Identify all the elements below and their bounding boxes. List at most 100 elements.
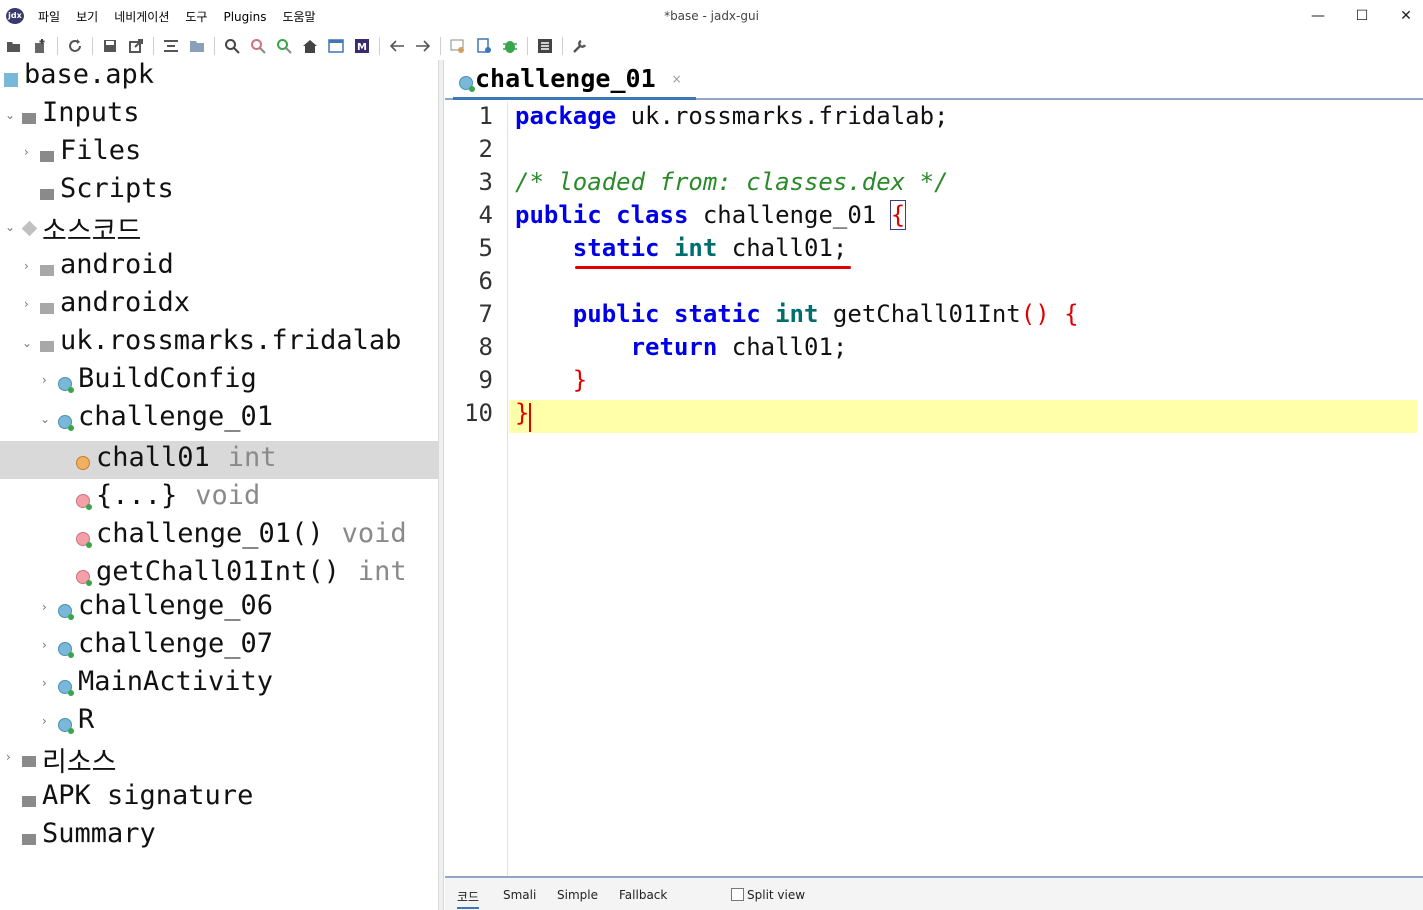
chevron-down-icon[interactable]: ⌄ (22, 336, 32, 350)
tree-node-inputs[interactable]: ⌄ Inputs (0, 96, 438, 134)
code-editor: challenge_01 × 1 2 3 4 5 6 7 8 9 10 pack… (445, 60, 1423, 910)
tree-node-constructor[interactable]: challenge_01() void (0, 517, 438, 555)
maximize-button[interactable]: ☐ (1347, 4, 1377, 28)
sync-icon[interactable] (162, 37, 180, 55)
chevron-right-icon[interactable]: › (42, 373, 47, 387)
find-usage-icon[interactable] (249, 37, 267, 55)
home-icon[interactable] (301, 37, 319, 55)
log-icon[interactable] (536, 37, 554, 55)
open-icon[interactable] (5, 37, 23, 55)
flatten-icon[interactable] (188, 37, 206, 55)
tree-node-androidx[interactable]: › androidx (0, 286, 438, 324)
debug-icon[interactable] (501, 37, 519, 55)
tree-label: Inputs (42, 97, 140, 128)
tree-node-mainactivity[interactable]: › MainActivity (0, 665, 438, 703)
chevron-down-icon[interactable]: ⌄ (40, 412, 50, 426)
chevron-right-icon[interactable]: › (24, 259, 29, 273)
title-bar: jdx 파일 보기 네비게이션 도구 Plugins 도움말 *base - j… (0, 0, 1423, 32)
save-icon[interactable] (101, 37, 119, 55)
toolbar: M (0, 33, 1423, 59)
reload-icon[interactable] (66, 37, 84, 55)
tab-code[interactable]: 코드 (457, 888, 480, 909)
add-files-icon[interactable] (31, 37, 49, 55)
search-icon[interactable] (223, 37, 241, 55)
forward-icon[interactable] (414, 37, 432, 55)
tab-fallback[interactable]: Fallback (619, 888, 667, 902)
prefs-icon[interactable] (571, 37, 589, 55)
folder-icon (40, 151, 54, 162)
tree-node-buildconfig[interactable]: › BuildConfig (0, 362, 438, 400)
tree-node-getter[interactable]: getChall01Int() int (0, 555, 438, 593)
tree-label: challenge_07 (78, 628, 274, 659)
chevron-right-icon[interactable]: › (6, 750, 11, 764)
tree-node-summary[interactable]: Summary (0, 817, 438, 855)
tree-node-field-chall01[interactable]: chall01 int (0, 441, 438, 479)
chevron-right-icon[interactable]: › (24, 145, 29, 159)
chevron-down-icon[interactable]: ⌄ (5, 108, 15, 122)
chevron-right-icon[interactable]: › (42, 600, 47, 614)
export-icon[interactable] (127, 37, 145, 55)
code-text-area[interactable]: package uk.rossmarks.fridalab; /* loaded… (509, 102, 1423, 876)
window-icon[interactable] (327, 37, 345, 55)
line-number: 2 (478, 135, 493, 163)
tree-label: 리소스 (42, 747, 117, 778)
class-icon (58, 680, 74, 696)
tree-label: {...} void (96, 480, 260, 511)
svg-text:M: M (357, 42, 367, 53)
chevron-right-icon[interactable]: › (42, 714, 47, 728)
tree-node-files[interactable]: › Files (0, 134, 438, 172)
keyword: public (572, 300, 660, 328)
tree-label: challenge_01() void (96, 518, 407, 549)
tree-node-root[interactable]: base.apk (0, 60, 438, 96)
class-icon (58, 604, 74, 620)
method-type: int (357, 556, 407, 587)
tree-node-apk-signature[interactable]: APK signature (0, 779, 438, 817)
chevron-right-icon[interactable]: › (42, 638, 47, 652)
tree-label: Summary (42, 818, 156, 849)
current-line-highlight (509, 400, 1417, 433)
keyword: public (515, 201, 602, 229)
tab-simple[interactable]: Simple (557, 888, 598, 902)
tree-node-android[interactable]: › android (0, 248, 438, 286)
inputs-icon (22, 113, 36, 124)
method-icon (76, 494, 92, 510)
tab-close-icon[interactable]: × (672, 72, 682, 86)
smali-icon[interactable]: M (353, 37, 371, 55)
tree-node-resources[interactable]: › 리소스 (0, 739, 438, 778)
quark-icon[interactable] (475, 37, 493, 55)
chevron-down-icon[interactable]: ⌄ (5, 220, 15, 234)
split-view-checkbox[interactable] (731, 888, 744, 901)
method-icon (76, 570, 92, 586)
tree-node-fridalab[interactable]: ⌄ uk.rossmarks.fridalab (0, 324, 438, 362)
class-icon (58, 718, 74, 734)
close-button[interactable]: ✕ (1391, 4, 1421, 28)
back-icon[interactable] (388, 37, 406, 55)
tree-node-source-code[interactable]: ⌄ 소스코드 (0, 208, 438, 247)
minimize-button[interactable]: — (1303, 4, 1333, 28)
tab-challenge-01[interactable]: challenge_01 × (453, 60, 696, 100)
method-icon (76, 532, 92, 548)
tree-node-static-init[interactable]: {...} void (0, 479, 438, 517)
chevron-right-icon[interactable]: › (24, 297, 29, 311)
line-number: 7 (478, 300, 493, 328)
line-number: 4 (478, 201, 493, 229)
search-class-icon[interactable] (275, 37, 293, 55)
tree-label: base.apk (24, 60, 155, 90)
deobf-icon[interactable] (449, 37, 467, 55)
tree-node-scripts[interactable]: Scripts (0, 172, 438, 210)
tree-node-r[interactable]: › R (0, 703, 438, 741)
type-keyword: int (775, 300, 819, 328)
tab-smali[interactable]: Smali (503, 888, 536, 902)
method-type: void (195, 480, 261, 511)
tree-label: APK signature (42, 780, 254, 811)
code-comment: /* loaded from: classes.dex */ (515, 168, 949, 196)
editor-tab-bar: challenge_01 × (445, 60, 1423, 100)
project-tree: base.apk ⌄ Inputs › Files Scripts ⌄ 소스코드… (0, 60, 438, 910)
tree-node-challenge-07[interactable]: › challenge_07 (0, 627, 438, 665)
tree-node-challenge-01[interactable]: ⌄ challenge_01 (0, 400, 438, 438)
tree-node-challenge-06[interactable]: › challenge_06 (0, 589, 438, 627)
split-view-label[interactable]: Split view (747, 888, 805, 902)
code-line-8: return chall01; (515, 333, 848, 361)
brace: } (572, 366, 588, 394)
chevron-right-icon[interactable]: › (42, 676, 47, 690)
